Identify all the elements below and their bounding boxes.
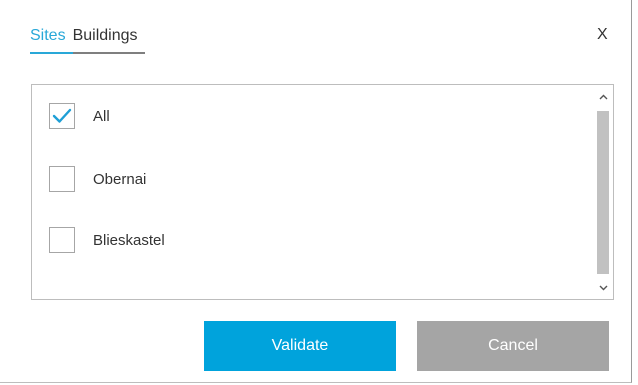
site-list: All Obernai Blieskastel [31, 84, 614, 300]
vertical-scrollbar[interactable] [595, 86, 612, 298]
close-button[interactable]: X [597, 25, 608, 45]
tab-bar: Sites Buildings [30, 26, 145, 54]
chevron-down-icon [599, 285, 608, 290]
item-label-all: All [93, 107, 110, 125]
cancel-button[interactable]: Cancel [417, 321, 609, 371]
list-item-obernai[interactable]: Obernai [49, 164, 146, 194]
validate-button[interactable]: Validate [204, 321, 396, 371]
site-filter-dialog: Sites Buildings X All Obernai Blieskaste… [0, 0, 632, 383]
list-item-all[interactable]: All [49, 101, 110, 131]
scroll-up-button[interactable] [595, 88, 612, 105]
item-label-blieskastel: Blieskastel [93, 231, 165, 249]
tab-buildings[interactable]: Buildings [72, 26, 145, 54]
checkbox-all[interactable] [49, 103, 75, 129]
tab-sites[interactable]: Sites [30, 26, 73, 54]
checkmark-icon [52, 108, 72, 123]
checkbox-blieskastel[interactable] [49, 227, 75, 253]
scrollbar-thumb[interactable] [597, 111, 609, 274]
list-item-blieskastel[interactable]: Blieskastel [49, 225, 165, 255]
scroll-down-button[interactable] [595, 279, 612, 296]
close-icon: X [597, 26, 608, 43]
checkbox-obernai[interactable] [49, 166, 75, 192]
chevron-up-icon [599, 94, 608, 99]
item-label-obernai: Obernai [93, 170, 147, 188]
